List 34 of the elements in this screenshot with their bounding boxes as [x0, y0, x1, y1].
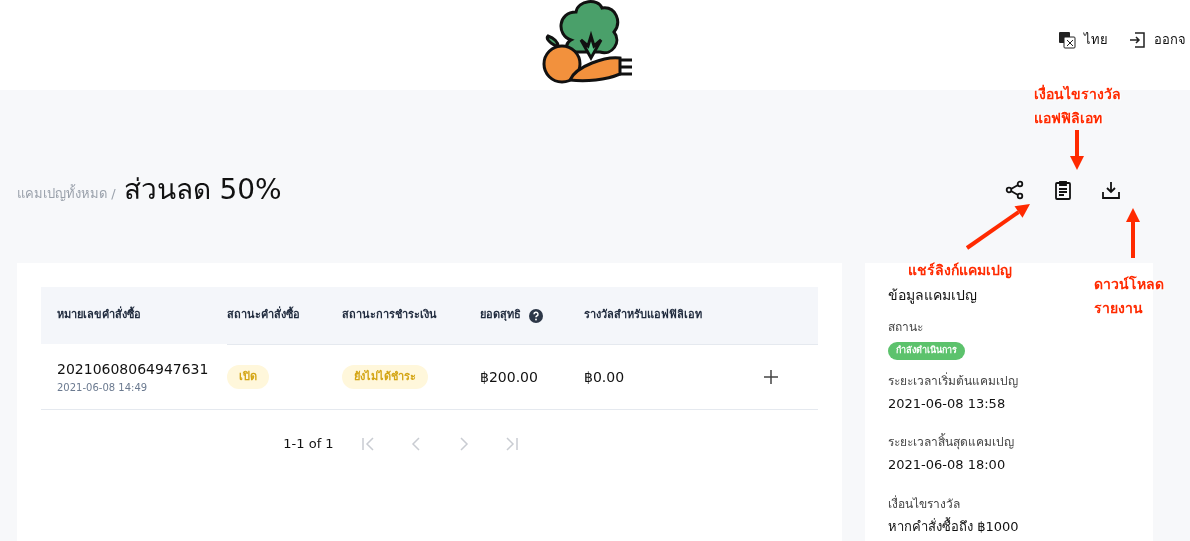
- field-label: สถานะ: [888, 319, 924, 336]
- column-header: ยอดสุทธิ: [480, 307, 521, 324]
- logout-button[interactable]: ออกจ: [1128, 30, 1186, 50]
- logout-icon: [1128, 31, 1146, 49]
- payment-status-badge: ยังไม่ได้ชำระ: [342, 364, 428, 390]
- language-button[interactable]: ไทย: [1058, 30, 1108, 50]
- translate-icon: [1058, 31, 1076, 49]
- help-icon: [529, 308, 543, 323]
- table-cell-text: ฿0.00: [584, 367, 625, 387]
- order-number: 20210608064947631: [57, 359, 210, 379]
- column-header: สถานะคำสั่งซื้อ: [227, 307, 300, 324]
- annotation-label: แชร์ลิงก์แคมเปญ: [908, 261, 1012, 281]
- annotation-label: เงื่อนไขรางวัล แอฟฟิลิเอท: [1034, 83, 1121, 128]
- field-value: 2021-06-08 18:00: [888, 456, 1007, 474]
- field-label: ระยะเวลาเริ่มต้นแคมเปญ: [888, 371, 1019, 390]
- annotation-arrow: [1126, 208, 1140, 258]
- annotation-label: ดาวน์โหลด รายงาน: [1094, 274, 1164, 318]
- table-cell-text: ฿200.00: [480, 367, 538, 387]
- field-value: หากคำสั่งซื้อถึง ฿1000: [888, 516, 1020, 536]
- order-status-badge: เปิด: [227, 364, 269, 390]
- column-header: หมายเลขคำสั่งซื้อ: [57, 307, 141, 324]
- column-header: สถานะการชำระเงิน: [342, 307, 437, 324]
- pagination-range: 1-1 of 1: [283, 435, 334, 454]
- card-title: ข้อมูลแคมเปญ: [888, 286, 978, 306]
- order-date: 2021-06-08 14:49: [57, 380, 149, 395]
- field-label: ระยะเวลาสิ้นสุดแคมเปญ: [888, 433, 1015, 451]
- field-label: เงื่อนไขรางวัล: [888, 494, 961, 513]
- column-header: รางวัลสำหรับแอฟฟิลิเอท: [584, 307, 702, 324]
- plus-icon: [762, 368, 780, 386]
- page-title: ส่วนลด 50%: [123, 172, 282, 208]
- annotation-arrow: [965, 204, 1030, 250]
- field-value: 2021-06-08 13:58: [888, 394, 1007, 413]
- status-badge: กำลังดำเนินการ: [888, 342, 965, 360]
- annotation-arrow: [1070, 130, 1084, 170]
